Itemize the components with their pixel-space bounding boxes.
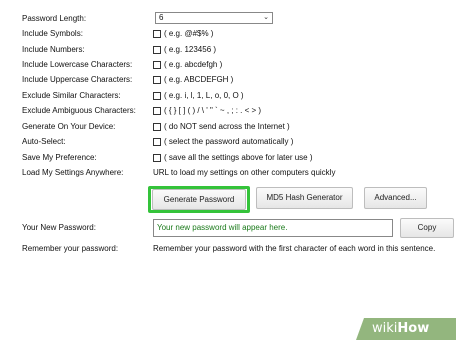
password-length-value: 6 [159, 13, 164, 22]
option-desc: ( do NOT send across the Internet ) [164, 122, 290, 131]
option-label: Auto-Select: [22, 137, 66, 146]
option-label: Include Numbers: [22, 45, 85, 54]
option-desc: ( e.g. 123456 ) [164, 45, 217, 54]
uppercase-checkbox[interactable] [153, 75, 161, 84]
symbols-checkbox[interactable] [153, 29, 161, 38]
option-label: Include Uppercase Characters: [22, 75, 133, 84]
option-row-device: Generate On Your Device: ( do NOT send a… [0, 120, 460, 135]
password-length-label: Password Length: [22, 14, 87, 23]
option-row-numbers: Include Numbers: ( e.g. 123456 ) [0, 43, 460, 58]
option-label: Save My Preference: [22, 153, 97, 162]
exclude-similar-checkbox[interactable] [153, 91, 161, 100]
generate-on-device-checkbox[interactable] [153, 122, 161, 131]
generate-highlight: Generate Password [148, 186, 250, 213]
password-length-select[interactable]: 6 ⌄ [155, 12, 273, 24]
load-settings-label: Load My Settings Anywhere: [22, 168, 124, 177]
copy-button[interactable]: Copy [400, 218, 454, 238]
exclude-ambiguous-checkbox[interactable] [153, 106, 161, 115]
option-label: Generate On Your Device: [22, 122, 116, 131]
option-label: Include Symbols: [22, 29, 83, 38]
option-label: Exclude Ambiguous Characters: [22, 106, 136, 115]
auto-select-checkbox[interactable] [153, 137, 161, 146]
advanced-button[interactable]: Advanced... [364, 187, 427, 209]
option-desc: ( e.g. ABCDEFGH ) [164, 75, 234, 84]
option-label: Include Lowercase Characters: [22, 60, 133, 69]
generate-password-button[interactable]: Generate Password [152, 189, 246, 210]
wikihow-how-text: How [397, 321, 430, 336]
option-row-save: Save My Preference: ( save all the setti… [0, 151, 460, 166]
option-desc: ( e.g. abcdefgh ) [164, 60, 223, 69]
new-password-label: Your New Password: [22, 223, 96, 232]
option-row-similar: Exclude Similar Characters: ( e.g. i, l,… [0, 89, 460, 104]
save-preference-checkbox[interactable] [153, 153, 161, 162]
remember-text: Remember your password with the first ch… [153, 244, 436, 253]
option-row-autoselect: Auto-Select: ( select the password autom… [0, 135, 460, 150]
option-row-ambiguous: Exclude Ambiguous Characters: ( { } [ ] … [0, 104, 460, 119]
lowercase-checkbox[interactable] [153, 60, 161, 69]
option-row-uppercase: Include Uppercase Characters: ( e.g. ABC… [0, 73, 460, 88]
option-row-symbols: Include Symbols: ( e.g. @#$% ) [0, 27, 460, 42]
option-desc: ( select the password automatically ) [164, 137, 294, 146]
option-desc: ( e.g. i, l, 1, L, o, 0, O ) [164, 91, 244, 100]
option-label: Exclude Similar Characters: [22, 91, 121, 100]
remember-label: Remember your password: [22, 244, 119, 253]
wikihow-wiki-text: wiki [372, 321, 398, 336]
option-desc: ( save all the settings above for later … [164, 153, 313, 162]
numbers-checkbox[interactable] [153, 45, 161, 54]
new-password-field[interactable]: Your new password will appear here. [153, 219, 393, 237]
wikihow-logo: wikiHow [356, 318, 456, 340]
option-row-lowercase: Include Lowercase Characters: ( e.g. abc… [0, 58, 460, 73]
load-settings-link[interactable]: URL to load my settings on other compute… [153, 168, 335, 177]
md5-hash-generator-button[interactable]: MD5 Hash Generator [256, 187, 353, 209]
option-desc: ( { } [ ] ( ) / \ ' " ` ~ , ; : . < > ) [164, 106, 262, 115]
remember-row: Remember your password: Remember your pa… [0, 242, 460, 257]
chevron-down-icon: ⌄ [263, 14, 269, 21]
load-settings-row: Load My Settings Anywhere: URL to load m… [0, 166, 460, 181]
option-desc: ( e.g. @#$% ) [164, 29, 214, 38]
